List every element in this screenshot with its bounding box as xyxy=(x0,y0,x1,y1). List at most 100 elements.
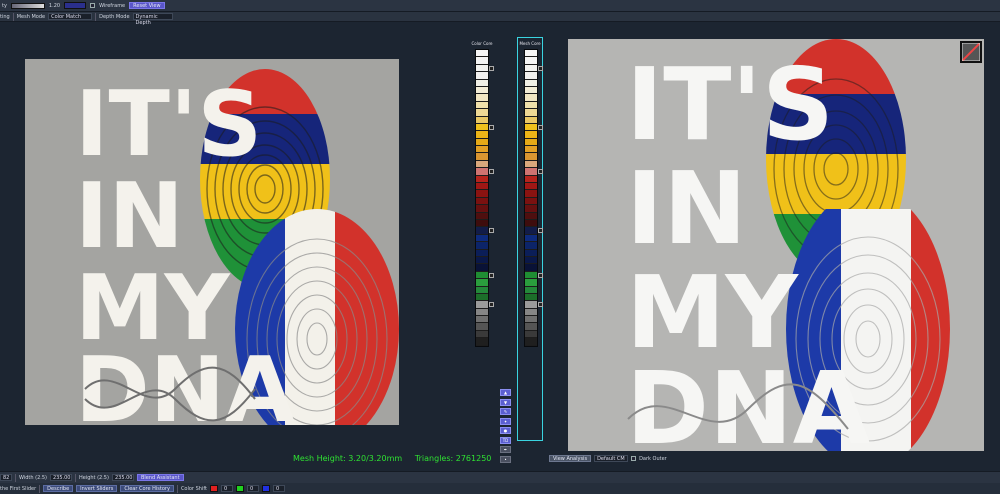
palette-cell[interactable] xyxy=(525,79,537,87)
palette-cell[interactable] xyxy=(525,153,537,161)
reset-view-button[interactable]: Reset View xyxy=(129,2,165,9)
height-input[interactable]: 235.00 xyxy=(111,474,134,481)
palette-cell[interactable] xyxy=(525,264,537,272)
palette-cell[interactable] xyxy=(476,212,488,220)
palette-cell[interactable] xyxy=(476,101,488,110)
palette-cell[interactable] xyxy=(525,146,537,154)
palette-cell[interactable] xyxy=(476,234,488,243)
source-image-preview[interactable]: IT'S IN MY DNA xyxy=(25,59,399,425)
green-channel-swatch[interactable] xyxy=(235,485,244,492)
palette-cell[interactable] xyxy=(525,109,537,117)
brightness-slider[interactable] xyxy=(10,2,45,9)
eyedropper-button[interactable]: ✎ xyxy=(500,408,511,415)
move-down-button[interactable]: ▼ xyxy=(500,398,511,406)
palette-cell[interactable] xyxy=(525,205,537,213)
palette-cell[interactable] xyxy=(525,271,543,280)
move-up-button[interactable]: ▲ xyxy=(500,389,511,396)
palette-cell[interactable] xyxy=(476,79,488,87)
palette-cell[interactable] xyxy=(476,264,488,272)
palette-marker[interactable] xyxy=(489,124,494,130)
pen-button[interactable]: ✒ xyxy=(500,446,511,453)
mesh-core-column[interactable] xyxy=(524,49,543,347)
palette-cell[interactable] xyxy=(476,338,488,346)
palette-cell[interactable] xyxy=(476,242,488,250)
palette-cell[interactable] xyxy=(525,219,537,228)
palette-cell[interactable] xyxy=(476,138,488,147)
palette-cell[interactable] xyxy=(525,293,537,302)
palette-cell[interactable] xyxy=(476,190,488,198)
palette-cell[interactable] xyxy=(476,131,488,139)
palette-marker[interactable] xyxy=(538,302,543,308)
palette-cell[interactable] xyxy=(525,138,537,147)
palette-cell[interactable] xyxy=(525,316,537,324)
palette-marker[interactable] xyxy=(538,65,543,71)
palette-cell[interactable] xyxy=(525,160,537,169)
palette-marker[interactable] xyxy=(489,228,494,234)
palette-cell[interactable] xyxy=(525,308,537,317)
palette-cell[interactable] xyxy=(525,183,537,191)
wireframe-checkbox[interactable] xyxy=(90,3,96,8)
color-core-column[interactable] xyxy=(475,49,494,347)
palette-cell[interactable] xyxy=(476,279,488,287)
palette-marker[interactable] xyxy=(538,228,543,234)
palette-cell[interactable] xyxy=(525,256,537,265)
palette-cell[interactable] xyxy=(476,86,488,95)
width-input[interactable]: 235.00 xyxy=(49,474,72,481)
palette-cell[interactable] xyxy=(525,72,537,80)
color-toggle-icon[interactable] xyxy=(960,41,982,63)
palette-cell[interactable] xyxy=(476,109,488,117)
palette-cell[interactable] xyxy=(476,227,494,235)
palette-cell[interactable] xyxy=(525,279,537,287)
green-channel-input[interactable]: 0 xyxy=(246,485,259,492)
palette-cell[interactable] xyxy=(525,123,543,132)
more-button[interactable]: • xyxy=(500,455,511,463)
palette-marker[interactable] xyxy=(489,65,494,71)
palette-cell[interactable] xyxy=(525,175,537,184)
palette-cell[interactable] xyxy=(476,57,488,65)
palette-cell[interactable] xyxy=(476,249,488,257)
palette-cell[interactable] xyxy=(476,301,494,309)
palette-cell[interactable] xyxy=(476,168,494,176)
palette-cell[interactable] xyxy=(476,160,488,169)
invert-sliders-button[interactable]: Invert Sliders xyxy=(76,485,118,492)
palette-cell[interactable] xyxy=(525,64,543,73)
blue-channel-swatch[interactable] xyxy=(261,485,270,492)
palette-marker[interactable] xyxy=(538,272,543,278)
palette-cell[interactable] xyxy=(525,301,543,309)
palette-cell[interactable] xyxy=(476,286,488,294)
palette-cell[interactable] xyxy=(476,64,494,73)
palette-cell[interactable] xyxy=(525,338,537,346)
palette-cell[interactable] xyxy=(476,308,488,317)
palette-cell[interactable] xyxy=(476,50,488,58)
view-analysis-button[interactable]: View Analysis xyxy=(549,455,592,462)
palette-cell[interactable] xyxy=(476,293,488,302)
palette-cell[interactable] xyxy=(525,131,537,139)
palette-cell[interactable] xyxy=(476,94,488,102)
mesh-mode-select[interactable]: Color Match xyxy=(48,13,93,20)
red-channel-input[interactable]: 0 xyxy=(220,485,233,492)
palette-marker[interactable] xyxy=(489,272,494,278)
palette-cell[interactable] xyxy=(525,234,537,243)
palette-cell[interactable] xyxy=(525,94,537,102)
mesh-3d-preview[interactable]: IT'S IN MY DNA xyxy=(568,39,984,451)
palette-cell[interactable] xyxy=(476,197,488,206)
palette-cell[interactable] xyxy=(476,123,494,132)
palette-cell[interactable] xyxy=(476,219,488,228)
palette-cell[interactable] xyxy=(525,168,543,176)
color-swatch[interactable] xyxy=(64,2,87,9)
palette-cell[interactable] xyxy=(476,323,488,331)
palette-cell[interactable] xyxy=(476,72,488,80)
palette-cell[interactable] xyxy=(476,330,488,339)
palette-cell[interactable] xyxy=(476,153,488,161)
palette-cell[interactable] xyxy=(476,183,488,191)
palette-cell[interactable] xyxy=(525,57,537,65)
palette-marker[interactable] xyxy=(538,169,543,175)
dark-outer-checkbox[interactable] xyxy=(631,456,637,461)
blue-channel-input[interactable]: 0 xyxy=(272,485,285,492)
palette-cell[interactable] xyxy=(525,323,537,331)
palette-cell[interactable] xyxy=(525,286,537,294)
palette-cell[interactable] xyxy=(525,190,537,198)
colormap-select[interactable]: Default CM xyxy=(594,455,629,462)
blend-assistant-button[interactable]: Blend Assistant xyxy=(136,474,184,481)
palette-marker[interactable] xyxy=(489,302,494,308)
